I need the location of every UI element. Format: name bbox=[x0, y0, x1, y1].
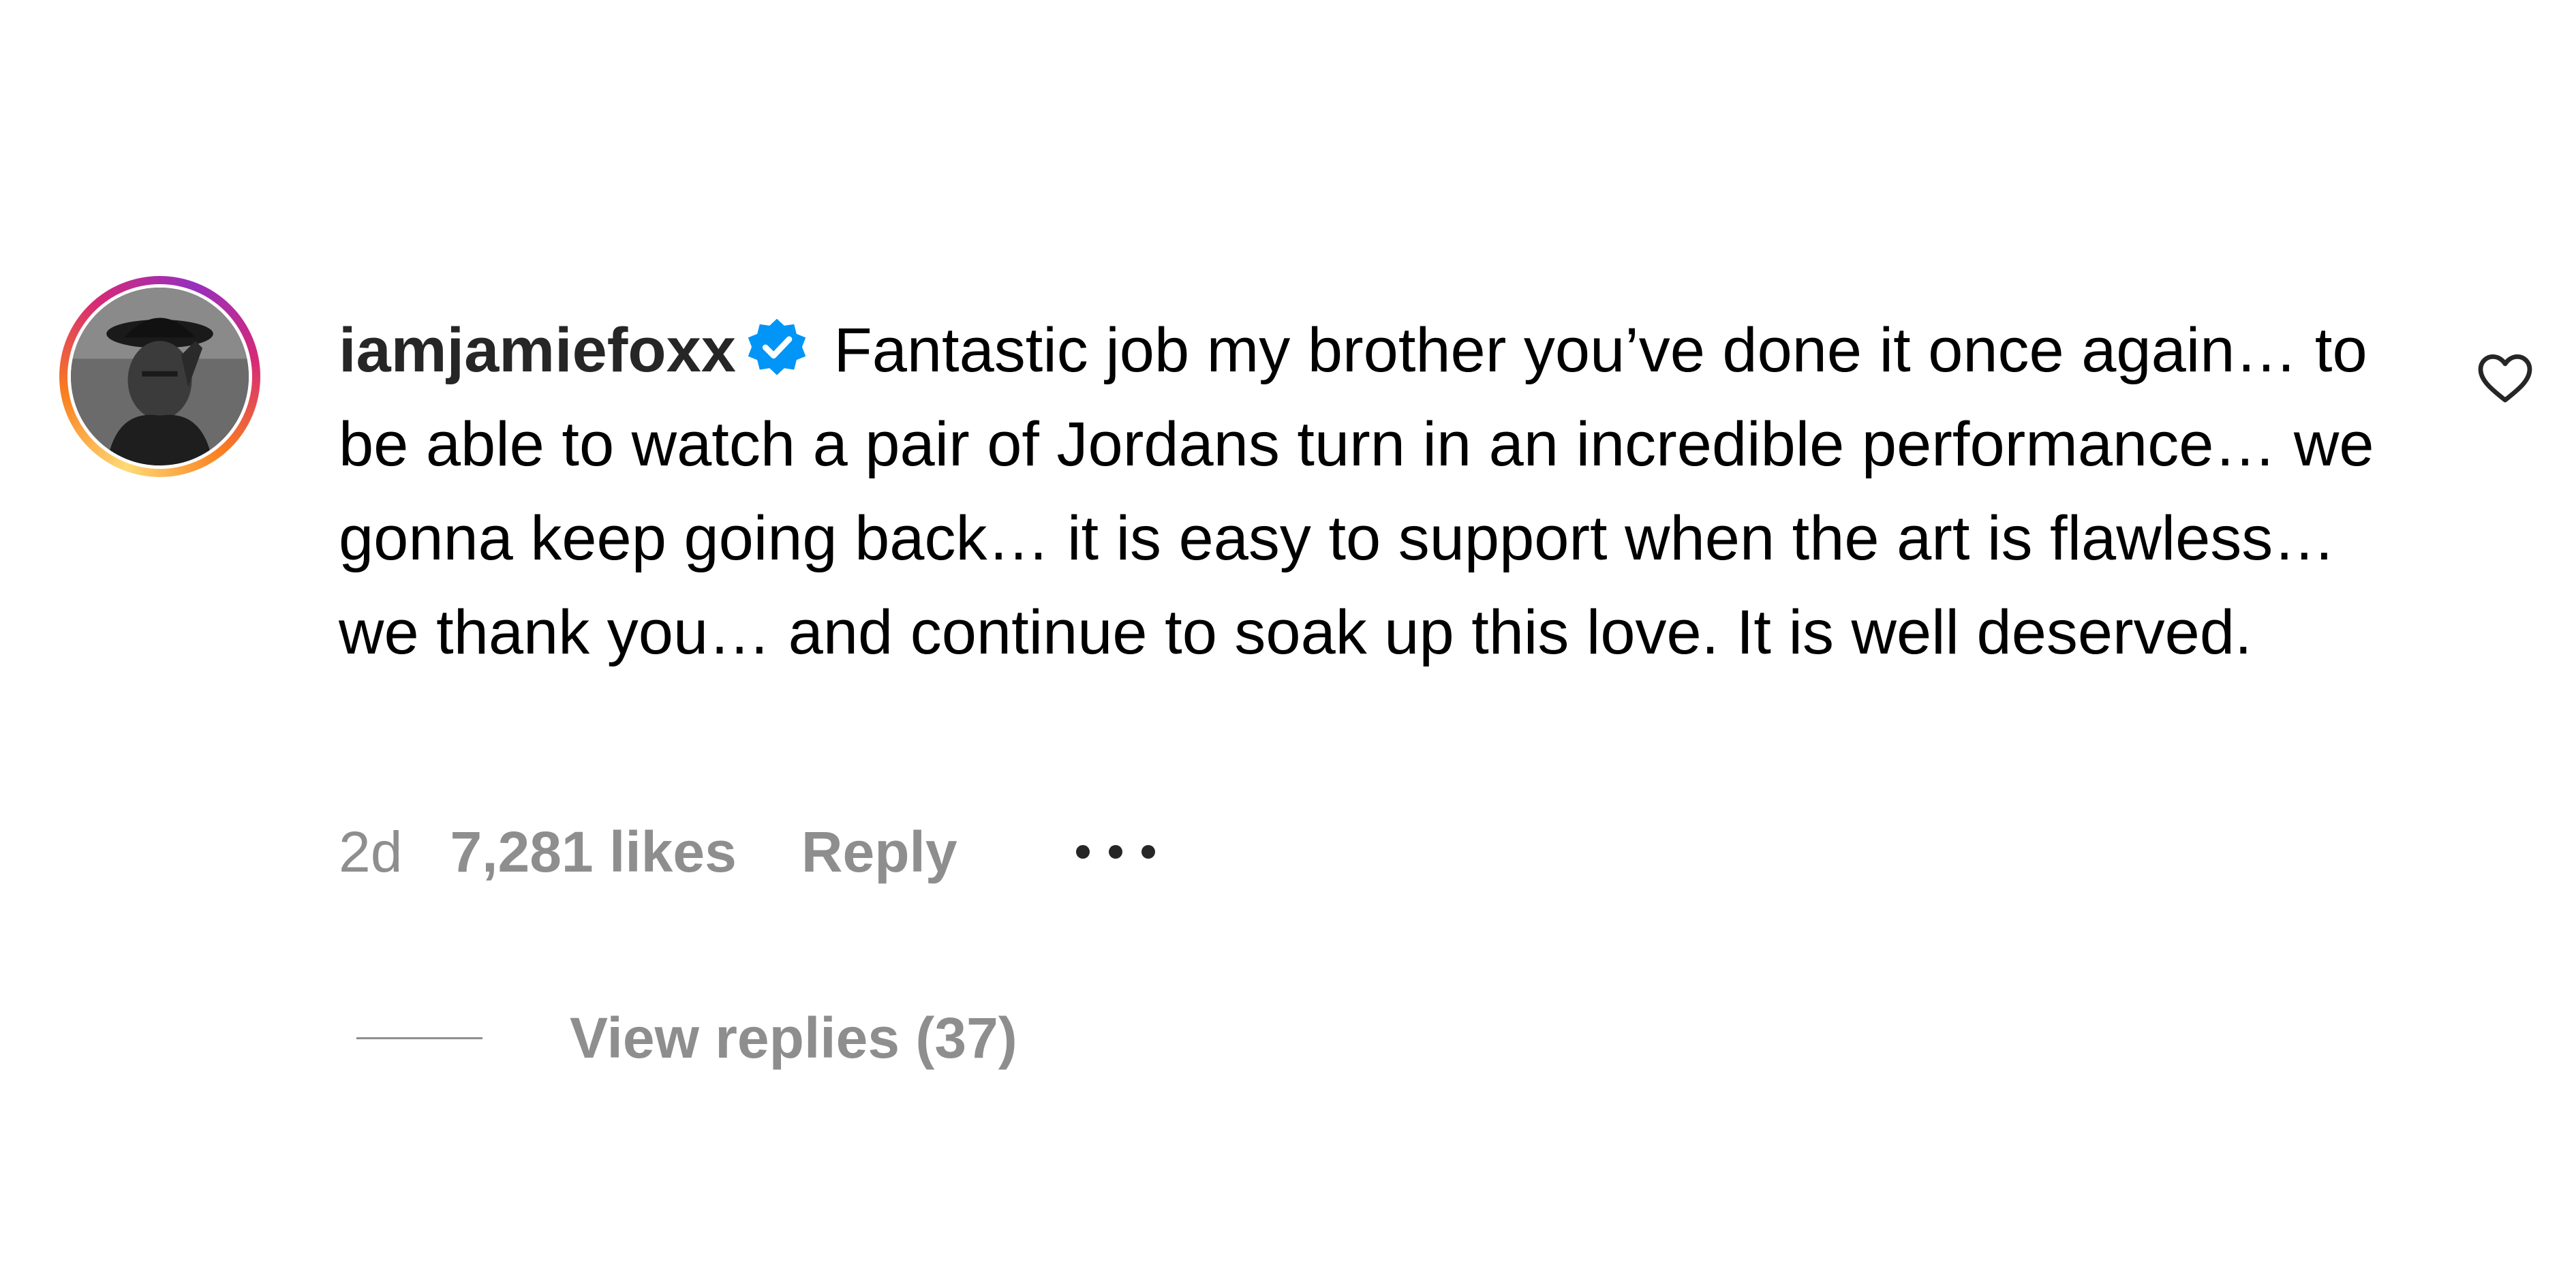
comment-meta: 2d 7,281 likes Reply bbox=[339, 814, 1159, 889]
view-replies-button[interactable]: View replies (37) bbox=[356, 1000, 1017, 1075]
comment-username[interactable]: iamjamiefoxx bbox=[339, 316, 736, 385]
story-ring[interactable] bbox=[59, 276, 260, 477]
reply-button[interactable]: Reply bbox=[801, 819, 957, 885]
more-options-icon[interactable] bbox=[1073, 842, 1159, 862]
comment-item: iamjamiefoxx Fantastic job my brother yo… bbox=[0, 0, 2576, 1288]
avatar-image bbox=[71, 288, 249, 465]
verified-badge-icon bbox=[744, 316, 810, 381]
view-replies-label[interactable]: View replies (37) bbox=[570, 1005, 1017, 1071]
comment-body: iamjamiefoxx Fantastic job my brother yo… bbox=[339, 303, 2410, 679]
like-heart-icon[interactable] bbox=[2472, 344, 2538, 410]
view-replies-divider bbox=[356, 1037, 482, 1039]
comment-likes[interactable]: 7,281 likes bbox=[450, 819, 736, 885]
comment-time[interactable]: 2d bbox=[339, 819, 402, 885]
avatar[interactable] bbox=[71, 288, 249, 465]
